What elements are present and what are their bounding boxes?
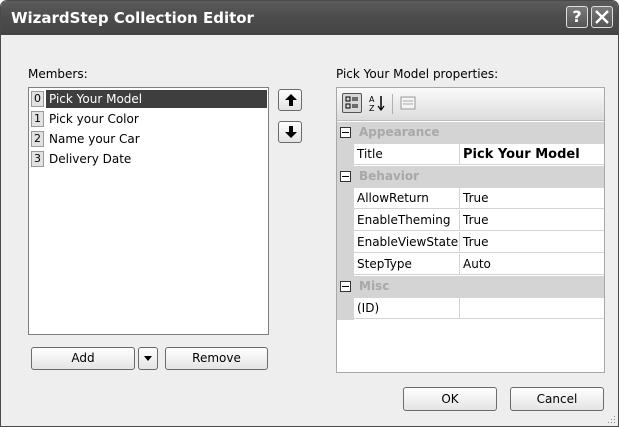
property-name: AllowReturn: [354, 188, 460, 209]
list-item[interactable]: 0 Pick Your Model: [31, 90, 267, 108]
toolbar-separator: [392, 94, 393, 114]
property-value[interactable]: True: [460, 188, 604, 209]
remove-button[interactable]: Remove: [165, 347, 268, 370]
help-button[interactable]: ?: [566, 6, 588, 28]
arrow-down-icon: [285, 126, 297, 138]
categorized-icon: [345, 96, 358, 109]
chevron-down-icon: [144, 356, 152, 361]
property-value[interactable]: Auto: [460, 254, 604, 275]
move-down-button[interactable]: [278, 121, 302, 143]
property-pages-button[interactable]: [398, 93, 418, 113]
property-grid[interactable]: A Z Appearance Title Pick Your Model Behavi…: [336, 87, 605, 373]
close-button[interactable]: [591, 6, 613, 28]
property-row[interactable]: EnableViewState True: [337, 232, 604, 254]
list-item-label: Name your Car: [49, 132, 140, 146]
add-button[interactable]: Add: [31, 347, 135, 370]
property-pages-icon: [400, 96, 416, 110]
property-gutter: [337, 254, 354, 276]
svg-text:Z: Z: [369, 104, 375, 113]
list-item-index: 0: [31, 91, 44, 107]
property-name: StepType: [354, 254, 460, 275]
property-name: (ID): [354, 298, 460, 319]
category-row[interactable]: Appearance: [337, 122, 604, 144]
collapse-icon[interactable]: [340, 127, 351, 138]
svg-text:A: A: [369, 95, 375, 104]
window-title: WizardStep Collection Editor: [11, 9, 254, 27]
property-gutter: [337, 232, 354, 254]
property-row[interactable]: Title Pick Your Model: [337, 144, 604, 166]
title-bar[interactable]: WizardStep Collection Editor ?: [1, 1, 618, 35]
property-row[interactable]: (ID): [337, 298, 604, 320]
list-item[interactable]: 2 Name your Car: [31, 130, 267, 148]
property-value[interactable]: [460, 298, 604, 319]
property-grid-toolbar: A Z: [337, 88, 604, 121]
property-gutter: [337, 298, 354, 320]
category-row[interactable]: Behavior: [337, 166, 604, 188]
property-value[interactable]: True: [460, 232, 604, 253]
alphabetical-button[interactable]: A Z: [368, 93, 388, 113]
list-item-label: Pick your Color: [49, 112, 139, 126]
help-icon: ?: [572, 7, 582, 26]
properties-label: Pick Your Model properties:: [336, 67, 499, 81]
arrow-up-icon: [285, 94, 297, 106]
property-gutter: [337, 210, 354, 232]
list-item-label: Pick Your Model: [46, 90, 267, 108]
list-item[interactable]: 1 Pick your Color: [31, 110, 267, 128]
list-item-label: Delivery Date: [49, 152, 132, 166]
categorized-button[interactable]: [342, 93, 362, 113]
ok-button[interactable]: OK: [403, 387, 497, 411]
dialog-window: WizardStep Collection Editor ? Members: …: [0, 0, 619, 427]
collapse-icon[interactable]: [340, 281, 351, 292]
list-item[interactable]: 3 Delivery Date: [31, 150, 267, 168]
close-icon: [595, 10, 609, 24]
category-label: Behavior: [359, 169, 420, 183]
property-value[interactable]: Pick Your Model: [460, 144, 604, 165]
category-label: Misc: [359, 279, 390, 293]
members-list[interactable]: 0 Pick Your Model 1 Pick your Color 2 Name yo…: [28, 87, 269, 335]
move-up-button[interactable]: [278, 89, 302, 111]
category-row[interactable]: Misc: [337, 276, 604, 298]
property-row[interactable]: AllowReturn True: [337, 188, 604, 210]
resize-grip-icon[interactable]: [606, 414, 616, 424]
cancel-button[interactable]: Cancel: [510, 387, 604, 411]
property-name: Title: [354, 144, 460, 165]
add-dropdown-button[interactable]: [138, 347, 158, 370]
property-name: EnableTheming: [354, 210, 460, 231]
list-item-index: 2: [31, 131, 44, 147]
property-gutter: [337, 188, 354, 210]
property-name: EnableViewState: [354, 232, 460, 253]
property-row[interactable]: EnableTheming True: [337, 210, 604, 232]
members-label: Members:: [28, 67, 88, 81]
sort-alphabetical-icon: A Z: [369, 95, 385, 113]
property-row[interactable]: StepType Auto: [337, 254, 604, 276]
list-item-index: 1: [31, 111, 44, 127]
category-label: Appearance: [359, 125, 440, 139]
collapse-icon[interactable]: [340, 171, 351, 182]
property-gutter: [337, 144, 354, 166]
list-item-index: 3: [31, 151, 44, 167]
property-value[interactable]: True: [460, 210, 604, 231]
